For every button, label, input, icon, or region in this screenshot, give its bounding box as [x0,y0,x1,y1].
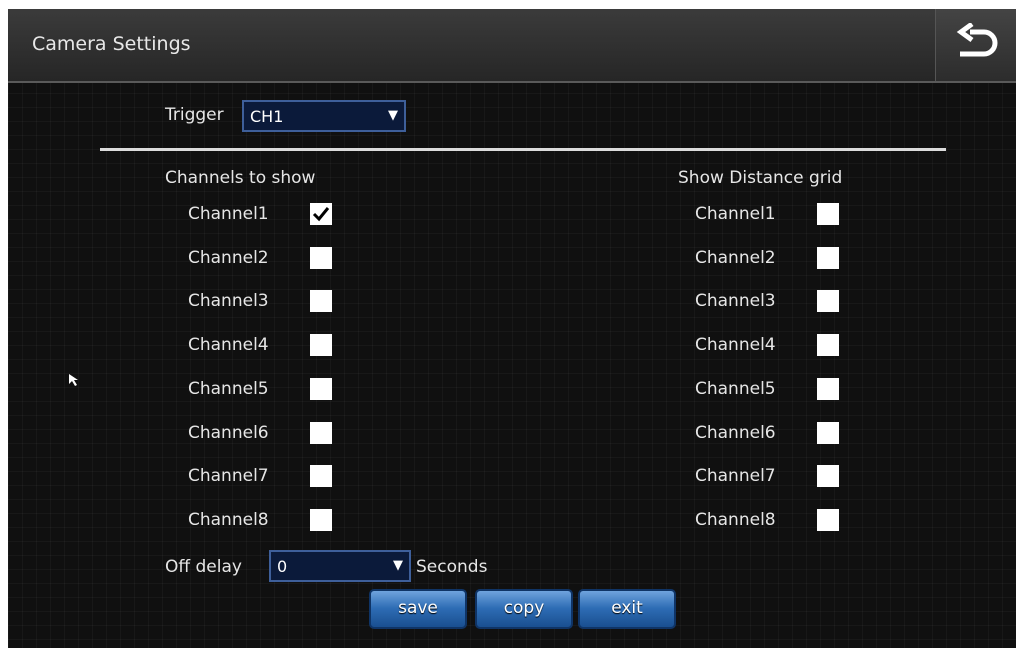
grid-channel-checkbox[interactable] [817,203,839,225]
grid-channel-checkbox[interactable] [817,421,839,444]
show-channel-label: Channel5 [188,378,269,399]
back-arrow-icon [950,21,1002,67]
dropdown-arrow-icon: ▼ [388,108,398,123]
show-channel-label: Channel4 [188,335,269,356]
channels-to-show-heading: Channels to show [165,168,316,188]
distance-grid-heading: Show Distance grid [678,168,843,188]
page-title: Camera Settings [32,33,191,55]
show-channel-label: Channel2 [188,247,269,268]
camera-settings-screen: Camera Settings Trigger CH1 ▼ Channels t… [8,9,1016,648]
show-channel-checkbox[interactable] [310,290,332,313]
grid-channel-label: Channel4 [695,335,776,356]
show-channel-checkbox[interactable] [310,377,332,400]
show-channel-checkbox[interactable] [310,203,332,225]
off-delay-value: 0 [277,557,288,576]
show-channel-label: Channel8 [188,509,269,530]
grid-channel-checkbox[interactable] [817,334,839,357]
show-channel-label: Channel3 [188,291,269,312]
grid-channel-checkbox[interactable] [817,246,839,269]
show-channel-checkbox[interactable] [310,246,332,269]
off-delay-dropdown[interactable]: 0 ▼ [269,550,411,582]
trigger-value: CH1 [250,107,284,126]
show-channel-checkbox[interactable] [310,421,332,444]
grid-channel-checkbox[interactable] [817,377,839,400]
show-channel-label: Channel7 [188,466,269,487]
divider [100,148,946,151]
dropdown-arrow-icon: ▼ [393,558,403,573]
grid-channel-label: Channel6 [695,422,776,443]
show-channel-checkbox[interactable] [310,508,332,531]
exit-button[interactable]: exit [578,589,676,629]
off-delay-unit: Seconds [416,557,488,577]
grid-channel-label: Channel2 [695,247,776,268]
save-button[interactable]: save [369,589,467,629]
off-delay-label: Off delay [165,557,242,577]
grid-channel-label: Channel7 [695,466,776,487]
show-channel-label: Channel6 [188,422,269,443]
show-channel-checkbox[interactable] [310,465,332,488]
trigger-dropdown[interactable]: CH1 ▼ [242,100,406,132]
grid-channel-checkbox[interactable] [817,465,839,488]
grid-channel-checkbox[interactable] [817,508,839,531]
grid-channel-label: Channel3 [695,291,776,312]
show-channel-checkbox[interactable] [310,334,332,357]
grid-channel-label: Channel8 [695,509,776,530]
show-channel-label: Channel1 [188,204,269,224]
grid-channel-label: Channel1 [695,204,776,224]
title-bar: Camera Settings [8,9,1016,83]
trigger-label: Trigger [165,105,224,125]
checkmark-icon [312,207,330,222]
grid-channel-label: Channel5 [695,378,776,399]
grid-channel-checkbox[interactable] [817,290,839,313]
mouse-pointer-icon [68,372,80,391]
back-button[interactable] [935,9,1016,81]
copy-button[interactable]: copy [475,589,573,629]
